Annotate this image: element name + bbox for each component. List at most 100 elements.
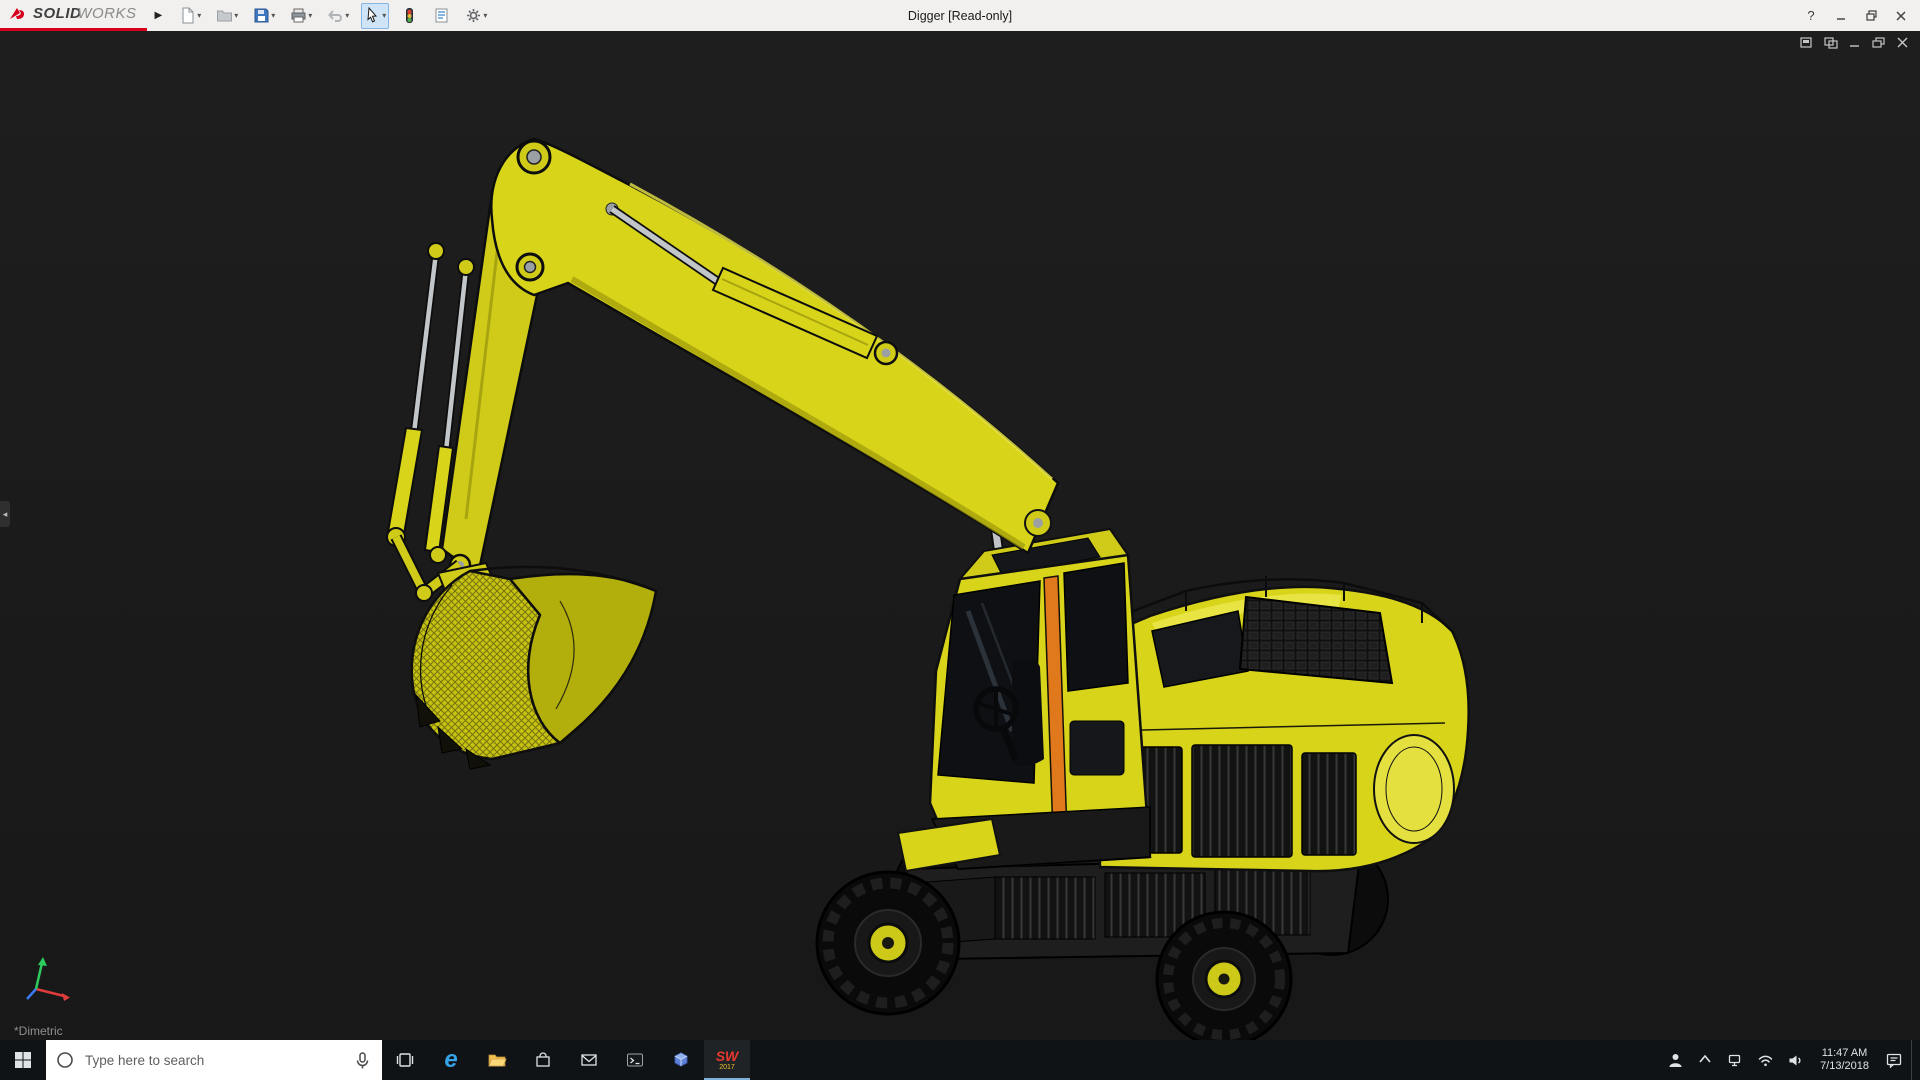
search-input[interactable] <box>83 1052 344 1069</box>
system-tray: 11:47 AM 7/13/2018 <box>1662 1040 1920 1080</box>
rebuild-button[interactable] <box>398 3 421 29</box>
document-window-controls <box>1800 37 1910 49</box>
select-cursor-icon <box>364 7 381 24</box>
print-button[interactable]: ▾ <box>287 3 315 29</box>
restore-icon <box>1866 10 1877 21</box>
restore-doc-icon[interactable] <box>1872 37 1886 49</box>
open-button[interactable]: ▾ <box>213 3 241 29</box>
options-button[interactable]: ▾ <box>462 3 490 29</box>
network-button[interactable] <box>1722 1040 1748 1080</box>
taskbar-clock[interactable]: 11:47 AM 7/13/2018 <box>1812 1047 1877 1073</box>
microphone-icon[interactable] <box>353 1051 372 1070</box>
people-icon <box>1667 1052 1684 1069</box>
model-cab[interactable] <box>898 529 1150 871</box>
excavator-model[interactable] <box>0 31 1920 1040</box>
new-window-icon[interactable] <box>1800 37 1814 49</box>
wifi-button[interactable] <box>1752 1040 1778 1080</box>
file-explorer-icon <box>487 1050 507 1070</box>
windows-start-icon <box>14 1051 32 1069</box>
undo-button[interactable]: ▾ <box>324 3 352 29</box>
minimize-button[interactable] <box>1826 0 1856 31</box>
save-icon <box>253 7 270 24</box>
help-button[interactable]: ? <box>1796 0 1826 31</box>
save-button[interactable]: ▾ <box>250 3 278 29</box>
ds-logo-icon <box>8 6 28 22</box>
clock-time: 11:47 AM <box>1822 1047 1868 1060</box>
action-center-button[interactable] <box>1881 1040 1907 1080</box>
close-button[interactable] <box>1886 0 1916 31</box>
quick-toolbar: ▾ ▾ ▾ ▾ ▾ <box>176 3 490 29</box>
3d-app-icon <box>671 1050 691 1070</box>
save-caret[interactable]: ▾ <box>271 11 275 20</box>
logo-text-works: WORKS <box>77 5 136 22</box>
wifi-icon <box>1757 1052 1774 1069</box>
file-explorer-button[interactable] <box>474 1040 520 1080</box>
x-axis <box>36 989 64 996</box>
tile-window-icon[interactable] <box>1824 37 1838 49</box>
z-axis <box>27 989 36 999</box>
select-tool-button[interactable]: ▾ <box>361 3 389 29</box>
y-axis <box>36 963 42 989</box>
rebuild-stoplight-icon <box>401 7 418 24</box>
menu-expand-arrow[interactable]: ▶ <box>147 10 171 21</box>
screen: SOLIDWORKS ▶ ▾ ▾ ▾ ▾ <box>0 0 1920 1080</box>
model-side-window <box>1064 563 1128 691</box>
titlebar: SOLIDWORKS ▶ ▾ ▾ ▾ ▾ <box>0 0 1920 32</box>
chevron-up-icon <box>1697 1052 1713 1068</box>
show-desktop-button[interactable] <box>1911 1040 1918 1080</box>
select-tool-caret[interactable]: ▾ <box>382 11 386 20</box>
viewport-3d[interactable]: *Dimetric ◂ <box>0 31 1920 1040</box>
taskbar-search[interactable] <box>46 1040 382 1080</box>
clock-date: 7/13/2018 <box>1820 1060 1869 1073</box>
command-prompt-icon <box>625 1050 645 1070</box>
undo-icon <box>327 7 344 24</box>
undo-caret[interactable]: ▾ <box>345 11 349 20</box>
minimize-doc-icon[interactable] <box>1848 37 1862 49</box>
command-prompt-button[interactable] <box>612 1040 658 1080</box>
model-upper-body[interactable] <box>1096 576 1469 871</box>
mail-button[interactable] <box>566 1040 612 1080</box>
open-caret[interactable]: ▾ <box>234 11 238 20</box>
action-center-icon <box>1885 1051 1903 1069</box>
minimize-icon <box>1836 11 1846 21</box>
solidworks-2017-icon: SW 2017 <box>716 1049 739 1071</box>
open-icon <box>216 7 233 24</box>
task-view-icon <box>395 1050 415 1070</box>
orientation-triad[interactable] <box>22 953 78 1010</box>
model-front-wheel[interactable] <box>817 872 959 1014</box>
model-bucket[interactable] <box>412 563 656 769</box>
store-button[interactable] <box>520 1040 566 1080</box>
new-document-caret[interactable]: ▾ <box>197 11 201 20</box>
options-gear-icon <box>465 7 482 24</box>
close-doc-icon[interactable] <box>1896 37 1910 49</box>
taskbar: e SW 2017 <box>0 1040 1920 1080</box>
window-title: Digger [Read-only] <box>908 9 1012 23</box>
view-orientation-label: *Dimetric <box>14 1024 63 1038</box>
start-button[interactable] <box>0 1040 46 1080</box>
options-caret[interactable]: ▾ <box>483 11 487 20</box>
solidworks-logo: SOLIDWORKS <box>0 0 147 31</box>
network-icon <box>1727 1052 1744 1069</box>
new-document-icon <box>179 7 196 24</box>
document-properties-button[interactable] <box>430 3 453 29</box>
edge-button[interactable]: e <box>428 1040 474 1080</box>
tray-overflow-button[interactable] <box>1692 1040 1718 1080</box>
3d-app-button[interactable] <box>658 1040 704 1080</box>
close-icon <box>1896 11 1906 21</box>
document-properties-icon <box>433 7 450 24</box>
cortana-icon <box>56 1051 74 1069</box>
mail-icon <box>579 1050 599 1070</box>
edge-icon: e <box>444 1046 457 1074</box>
new-document-button[interactable]: ▾ <box>176 3 204 29</box>
people-button[interactable] <box>1662 1040 1688 1080</box>
task-view-button[interactable] <box>382 1040 428 1080</box>
solidworks-taskbar-button[interactable]: SW 2017 <box>704 1040 750 1080</box>
store-icon <box>533 1050 553 1070</box>
model-rear-wheel[interactable] <box>1157 912 1291 1040</box>
model-boom[interactable] <box>491 139 1058 553</box>
restore-button[interactable] <box>1856 0 1886 31</box>
print-caret[interactable]: ▾ <box>308 11 312 20</box>
volume-button[interactable] <box>1782 1040 1808 1080</box>
volume-icon <box>1787 1052 1804 1069</box>
featuremanager-tab[interactable]: ◂ <box>0 501 10 527</box>
